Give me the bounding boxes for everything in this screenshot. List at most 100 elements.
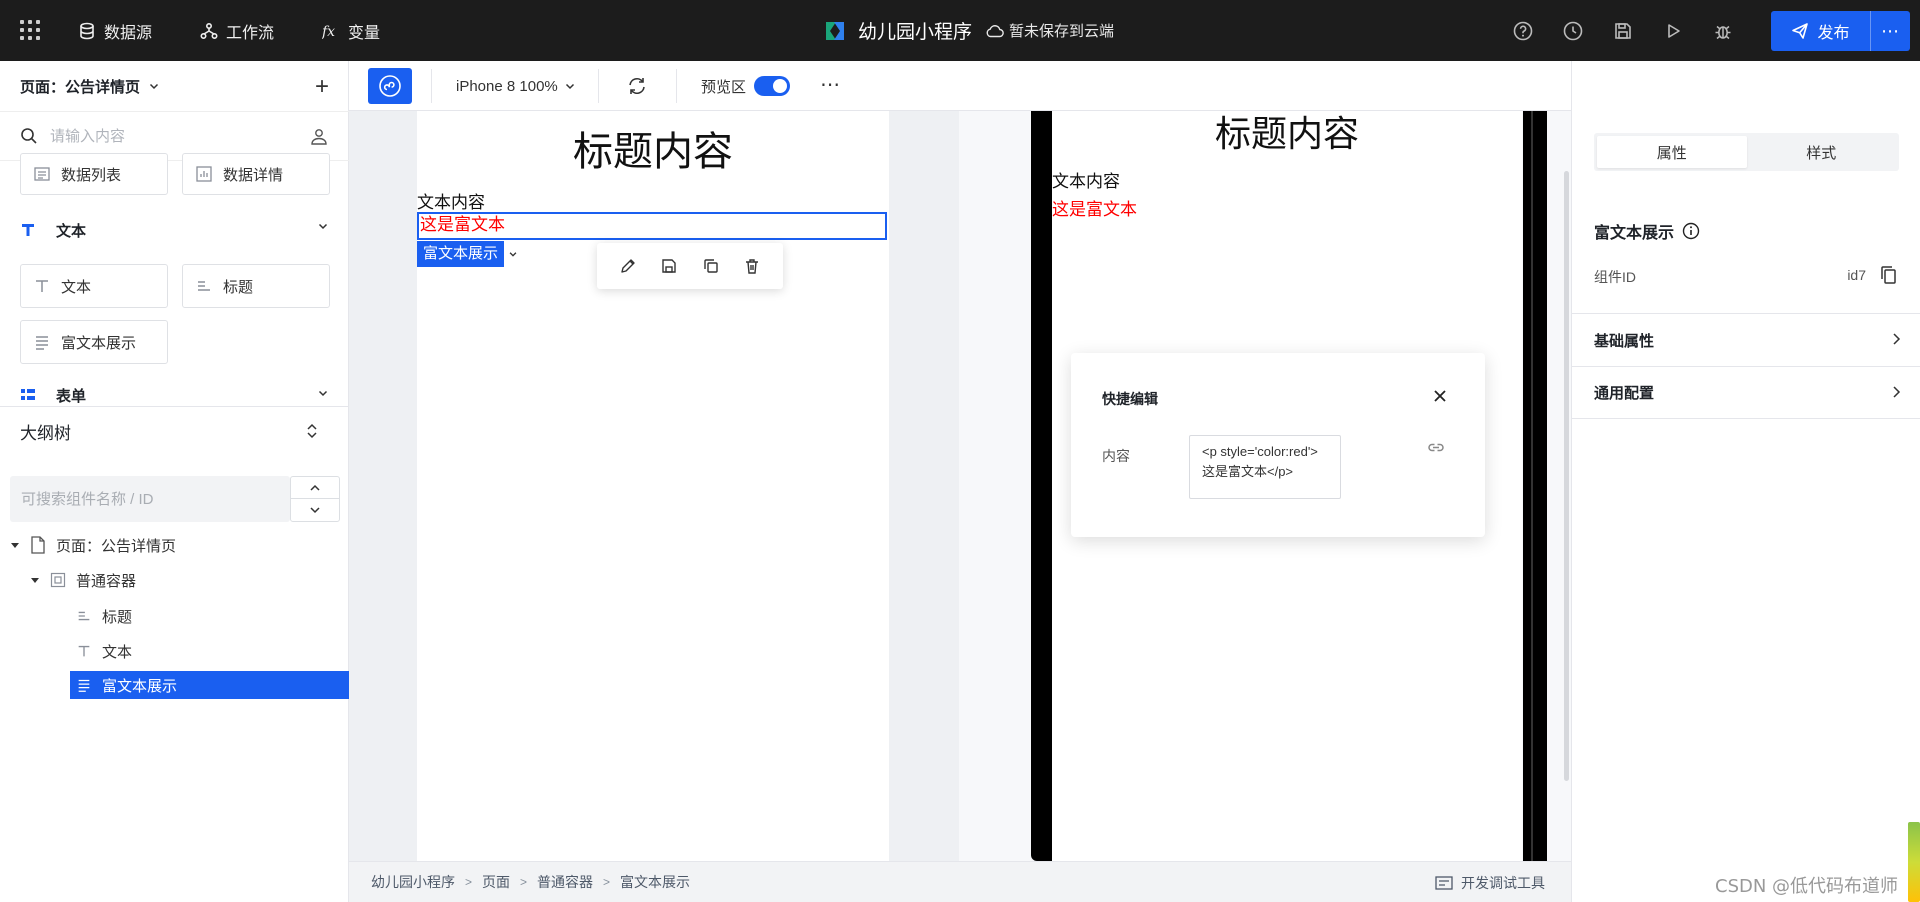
rich-text-icon [36,336,48,350]
component-data-list[interactable]: 数据列表 [20,153,168,195]
component-rich-text[interactable]: 富文本展示 [20,320,168,364]
save-icon[interactable] [660,257,678,275]
tab-styles[interactable]: 样式 [1747,136,1897,168]
device-selector[interactable]: iPhone 8 100% [456,61,576,111]
user-group-icon[interactable] [309,127,329,147]
info-icon[interactable] [1682,222,1700,240]
preview-text: 文本内容 [1052,172,1120,191]
database-icon [80,22,94,39]
app-title-area: 幼儿园小程序 暂未保存到云端 [822,0,1114,61]
copy-icon[interactable] [1880,265,1898,285]
toolbar-divider [598,69,599,103]
chevron-down-icon [565,83,574,90]
chevron-down-icon[interactable] [508,249,518,259]
component-name-heading: 富文本展示 [1594,219,1700,243]
group-text-header[interactable]: 文本 [20,218,329,242]
copy-icon[interactable] [702,257,720,275]
device-label: iPhone 8 100% [456,77,558,95]
component-data-detail[interactable]: 数据详情 [182,153,330,195]
content-label: 内容 [1102,448,1130,464]
mini-program-button[interactable] [368,68,412,104]
canvas-scrollbar[interactable] [1564,171,1569,781]
outline-tree-header: 大纲树 [0,406,349,456]
breadcrumb-item[interactable]: 普通容器 [537,872,593,892]
container-icon [50,572,66,588]
publish-more-button[interactable]: ⋯ [1870,11,1910,51]
edit-page[interactable]: 标题内容 文本内容 这是富文本 富文本展示 [417,111,889,861]
menu-datasource-label: 数据源 [104,24,153,42]
devtools-button[interactable]: 开发调试工具 [1435,862,1545,902]
component-text[interactable]: 文本 [20,264,168,308]
left-panel: 页面：公告详情页 + 数据列表 数据详情 文本 文本 标题 富文本展示 表单 [0,61,349,902]
edit-icon[interactable] [619,257,637,275]
heading-icon [78,611,90,621]
group-text-label: 文本 [56,222,87,240]
section-general-config[interactable]: 通用配置 [1572,366,1920,419]
canvas-text[interactable]: 文本内容 [417,188,485,213]
add-page-button[interactable]: + [315,73,329,101]
component-label: 数据列表 [61,166,122,184]
breadcrumb-item[interactable]: 富文本展示 [620,872,690,892]
component-search-input[interactable] [50,127,290,145]
menu-workflow[interactable]: 工作流 [200,0,274,61]
close-icon[interactable] [1433,389,1447,403]
app-logo-icon [826,21,844,40]
group-form-label: 表单 [56,387,87,405]
data-list-icon [34,167,50,181]
function-icon: fx [322,24,335,40]
section-basic-properties[interactable]: 基础属性 [1572,313,1920,366]
canvas-rich-text-selected[interactable]: 这是富文本 [417,212,887,240]
top-actions [1512,0,1734,61]
chevron-right-icon [1893,386,1901,398]
menu-variable-label: 变量 [348,24,381,42]
menu-datasource[interactable]: 数据源 [78,0,152,61]
tree-node-rich-text[interactable]: 富文本展示 [70,671,349,699]
debug-icon[interactable] [1712,20,1734,42]
devtools-icon [1435,875,1453,890]
group-form-header[interactable]: 表单 [20,385,329,405]
next-match-button[interactable] [291,499,339,521]
menu-variable[interactable]: fx 变量 [322,0,380,61]
mini-program-icon [379,75,401,97]
canvas-heading[interactable]: 标题内容 [417,119,889,177]
play-icon[interactable] [1662,20,1684,42]
content-textarea[interactable]: <p style='color:red'>这是富文本</p> [1189,435,1341,499]
chevron-down-icon [149,83,159,90]
prev-match-button[interactable] [291,477,339,499]
selected-component-tag[interactable]: 富文本展示 [417,241,518,267]
tree-node-heading[interactable]: 标题 [76,602,132,630]
tree-node-container[interactable]: 普通容器 [30,566,136,594]
preview-switch[interactable] [754,76,791,96]
cloud-icon [986,24,1004,37]
tree-node-label: 页面：公告详情页 [56,537,177,555]
history-icon[interactable] [1562,20,1584,42]
chevron-down-icon [318,223,328,230]
app-grid-icon[interactable] [18,18,42,42]
save-status: 暂未保存到云端 [986,20,1114,41]
more-options-button[interactable]: ⋯ [820,72,841,97]
tab-properties[interactable]: 属性 [1597,136,1747,168]
refresh-icon[interactable] [626,75,648,97]
preview-toggle[interactable]: 预览区 [701,61,791,111]
chevron-down-icon [318,390,328,397]
design-canvas: 标题内容 文本内容 这是富文本 富文本展示 标题内容 文本内容 这是富文本 快捷… [349,111,1571,861]
component-id-label: 组件ID [1594,269,1636,285]
component-heading[interactable]: 标题 [182,264,330,308]
expand-collapse-icon[interactable] [305,421,319,441]
help-icon[interactable] [1512,20,1534,42]
breadcrumb-item[interactable]: 幼儿园小程序 [371,872,455,892]
devtools-label: 开发调试工具 [1461,874,1545,891]
tree-node-text[interactable]: 文本 [76,637,132,665]
phone-frame-edge [1523,111,1547,861]
delete-icon[interactable] [743,257,761,275]
menu-workflow-label: 工作流 [226,24,275,42]
link-icon[interactable] [1427,441,1445,455]
publish-button[interactable]: 发布 [1771,11,1870,51]
outline-search-input[interactable] [10,476,290,522]
tree-node-page[interactable]: 页面：公告详情页 [10,531,176,559]
rich-text-icon [78,679,90,692]
tree-node-label: 普通容器 [76,572,137,590]
save-icon[interactable] [1612,20,1634,42]
page-selector[interactable]: 页面：公告详情页 + [0,61,349,111]
breadcrumb-item[interactable]: 页面 [482,872,510,892]
